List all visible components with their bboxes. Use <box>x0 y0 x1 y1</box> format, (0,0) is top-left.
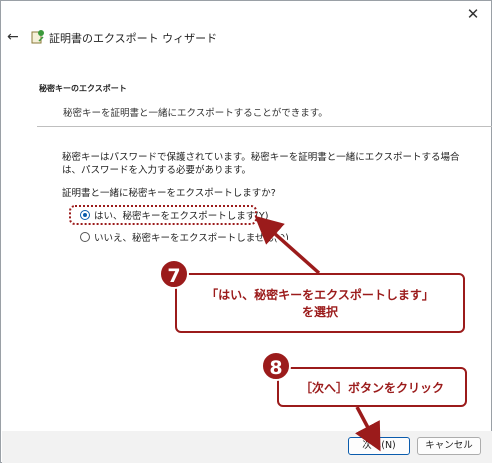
question-text: 証明書と一緒に秘密キーをエクスポートしますか? <box>62 188 276 199</box>
callout-7-line2: を選択 <box>301 305 338 319</box>
window-title: 証明書のエクスポート ウィザード <box>49 32 218 45</box>
close-button[interactable]: ✕ <box>459 3 487 25</box>
wizard-window: ✕ ← 証明書のエクスポート ウィザード 秘密キーのエクスポート 秘密キーを証明… <box>0 0 492 463</box>
header-panel: 秘密キーのエクスポート 秘密キーを証明書と一緒にエクスポートすることができます。 <box>37 71 492 127</box>
radio-label-no: いいえ、秘密キーをエクスポートしません(O) <box>94 233 289 244</box>
radio-option-no[interactable]: いいえ、秘密キーをエクスポートしません(O) <box>80 230 289 244</box>
info-text: 秘密キーはパスワードで保護されています。秘密キーを証明書と一緒にエクスポートする… <box>62 152 460 176</box>
back-button[interactable]: ← <box>7 29 23 45</box>
cancel-button[interactable]: キャンセル <box>417 437 481 455</box>
callout-step-8: ［次へ］ボタンをクリック <box>277 367 467 407</box>
radio-button[interactable] <box>80 232 90 242</box>
step-8-badge: 8 <box>261 351 291 381</box>
step-7-badge: 7 <box>159 259 189 289</box>
callout-7-line1: 「はい、秘密キーをエクスポートします」 <box>206 288 434 302</box>
callout-8-text: ［次へ］ボタンをクリック <box>299 381 444 395</box>
certificate-wizard-icon <box>31 30 44 44</box>
page-description: 秘密キーを証明書と一緒にエクスポートすることができます。 <box>63 108 328 119</box>
callout-step-7: 「はい、秘密キーをエクスポートします」 を選択 <box>175 273 465 333</box>
next-button[interactable]: 次へ(N) <box>348 437 410 455</box>
highlight-dotted-box <box>69 205 257 225</box>
page-title: 秘密キーのエクスポート <box>39 84 127 93</box>
